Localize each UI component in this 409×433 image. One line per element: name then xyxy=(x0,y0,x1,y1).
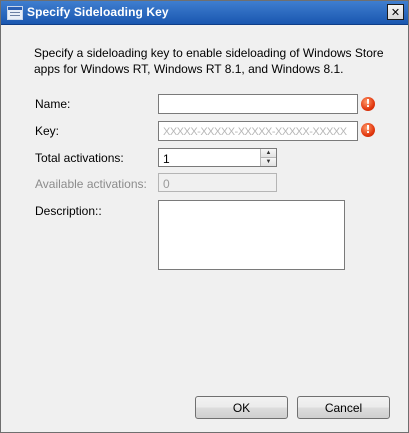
window-icon xyxy=(7,6,23,20)
ok-button[interactable]: OK xyxy=(195,396,288,419)
total-activations-value: 1 xyxy=(163,152,170,166)
key-input-value: XXXXX-XXXXX-XXXXX-XXXXX-XXXXX xyxy=(163,126,347,138)
total-activations-stepper[interactable]: 1 ▲ ▼ xyxy=(158,148,277,167)
available-activations-field: 0 xyxy=(158,173,277,192)
name-input[interactable] xyxy=(158,94,358,114)
cancel-button[interactable]: Cancel xyxy=(297,396,390,419)
description-input[interactable] xyxy=(158,200,345,270)
key-input[interactable]: XXXXX-XXXXX-XXXXX-XXXXX-XXXXX xyxy=(158,121,358,141)
key-label: Key: xyxy=(35,124,60,138)
key-error-icon: ! xyxy=(361,123,375,137)
name-error-icon: ! xyxy=(361,97,375,111)
dialog-description: Specify a sideloading key to enable side… xyxy=(34,46,384,76)
close-button[interactable]: ✕ xyxy=(387,4,404,20)
name-label: Name: xyxy=(35,97,71,111)
description-label: Description:: xyxy=(35,204,102,218)
title-bar[interactable]: Specify Sideloading Key ✕ xyxy=(1,1,408,25)
spin-up-icon[interactable]: ▲ xyxy=(261,149,276,158)
total-activations-label: Total activations: xyxy=(35,151,124,165)
spin-buttons: ▲ ▼ xyxy=(260,149,276,166)
spin-down-icon[interactable]: ▼ xyxy=(261,158,276,166)
window-title: Specify Sideloading Key xyxy=(27,5,169,19)
dialog-window: Specify Sideloading Key ✕ Specify a side… xyxy=(0,0,409,433)
available-activations-label: Available activations: xyxy=(35,177,147,191)
